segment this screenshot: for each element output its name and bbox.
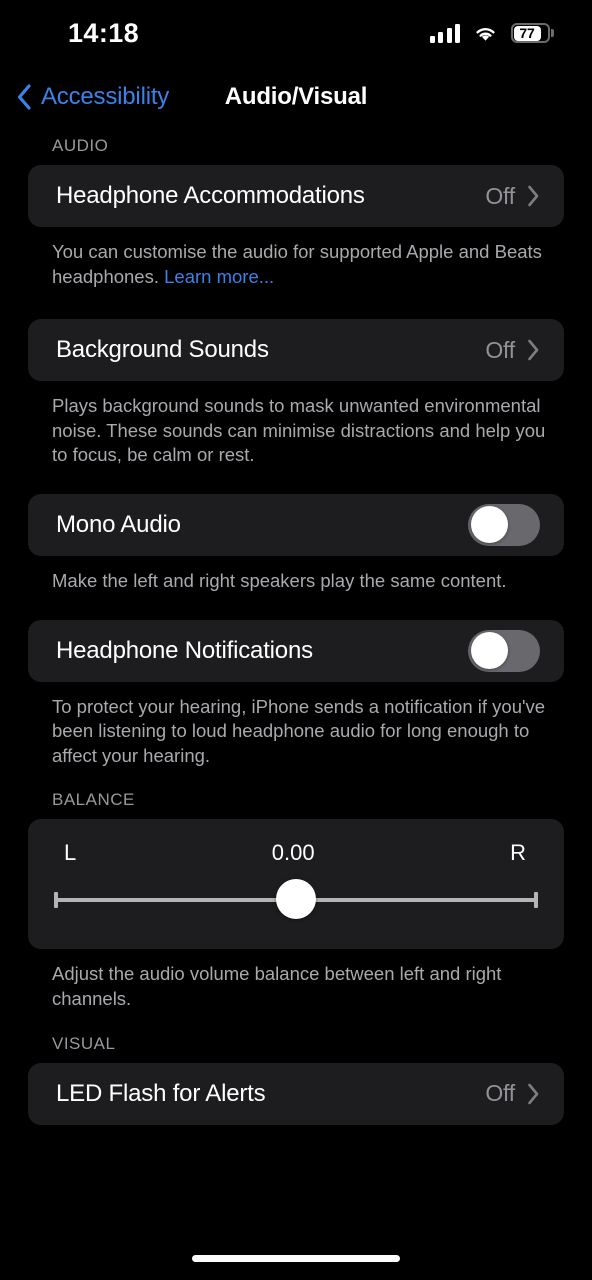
balance-value: 0.00	[271, 840, 315, 866]
row-label: LED Flash for Alerts	[56, 1079, 266, 1107]
learn-more-link[interactable]: Learn more...	[164, 266, 274, 287]
row-label: Background Sounds	[56, 336, 269, 364]
card-balance: L 0.00 R	[28, 819, 564, 950]
balance-labels: L 0.00 R	[54, 835, 538, 871]
footer-text: You can customise the audio for supporte…	[52, 241, 542, 287]
back-button-label: Accessibility	[41, 83, 170, 110]
balance-left-label: L	[64, 840, 77, 866]
row-label: Headphone Accommodations	[56, 182, 365, 209]
card-mono-audio: Mono Audio	[28, 493, 564, 556]
row-headphone-accommodations[interactable]: Headphone Accommodations Off	[28, 165, 564, 227]
balance-right-label: R	[510, 840, 526, 866]
footer-headphone-accommodations: You can customise the audio for supporte…	[0, 227, 592, 289]
footer-background-sounds: Plays background sounds to mask unwanted…	[52, 395, 546, 466]
row-headphone-notifications[interactable]: Headphone Notifications	[28, 620, 564, 682]
row-value: Off	[485, 336, 515, 363]
toggle-knob	[470, 506, 508, 544]
card-background-sounds: Background Sounds Off	[28, 319, 564, 382]
slider-thumb[interactable]	[276, 879, 316, 920]
footer-headphone-notifications: To protect your hearing, iPhone sends a …	[52, 695, 546, 766]
status-bar-time: 14:18	[68, 17, 140, 48]
section-header-visual: VISUAL	[52, 1033, 116, 1053]
card-headphone-notifications: Headphone Notifications	[28, 619, 564, 682]
chevron-right-icon	[527, 339, 540, 361]
toggle-knob	[470, 632, 508, 670]
navigation-bar: Accessibility Audio/Visual	[0, 66, 592, 128]
mono-audio-toggle[interactable]	[468, 503, 540, 546]
row-accessory: Off	[485, 183, 540, 210]
iphone-screen: 14:18 77 Accessibility Audio/Visual AUDI…	[0, 0, 592, 1280]
status-bar: 14:18 77	[0, 0, 592, 66]
footer-balance: Adjust the audio volume balance between …	[52, 963, 502, 1009]
slider-tick-left	[54, 892, 58, 909]
card-headphone-accommodations: Headphone Accommodations Off	[28, 165, 564, 227]
balance-slider[interactable]	[54, 877, 538, 923]
headphone-notifications-toggle[interactable]	[468, 629, 540, 672]
battery-icon: 77	[511, 23, 554, 43]
row-background-sounds[interactable]: Background Sounds Off	[28, 319, 564, 381]
card-led-flash: LED Flash for Alerts Off	[28, 1062, 564, 1125]
row-accessory: Off	[485, 1080, 540, 1107]
row-mono-audio[interactable]: Mono Audio	[28, 494, 564, 556]
row-value: Off	[485, 182, 515, 209]
chevron-right-icon	[527, 185, 540, 207]
back-button[interactable]: Accessibility	[16, 66, 169, 128]
row-label: Headphone Notifications	[56, 636, 313, 664]
chevron-left-icon	[16, 83, 32, 111]
status-bar-indicators: 77	[429, 23, 554, 43]
chevron-right-icon	[527, 1083, 540, 1105]
slider-tick-right	[534, 892, 538, 909]
section-header-audio: AUDIO	[52, 136, 109, 155]
wifi-icon	[473, 24, 498, 43]
row-led-flash-for-alerts[interactable]: LED Flash for Alerts Off	[28, 1063, 564, 1125]
footer-mono-audio: Make the left and right speakers play th…	[52, 569, 507, 591]
home-indicator[interactable]	[192, 1255, 400, 1262]
cellular-signal-icon	[429, 23, 460, 43]
section-header-balance: BALANCE	[52, 790, 135, 810]
row-accessory: Off	[485, 337, 540, 364]
row-label: Mono Audio	[56, 510, 181, 538]
row-value: Off	[485, 1080, 515, 1107]
settings-list: AUDIO Headphone Accommodations Off You c…	[0, 136, 592, 1280]
battery-percent: 77	[519, 25, 535, 41]
